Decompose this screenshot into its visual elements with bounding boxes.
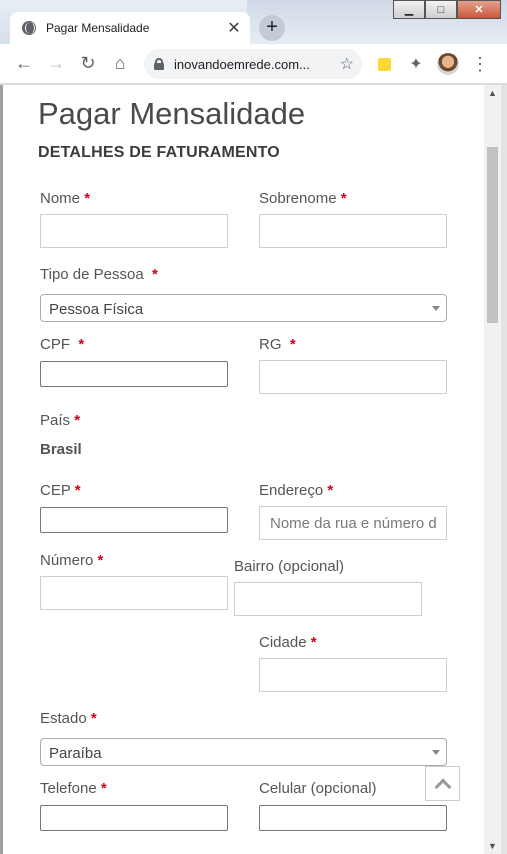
nome-label: Nome * xyxy=(40,190,91,207)
url-text[interactable]: inovandoemrede.com... xyxy=(174,57,340,72)
back-button[interactable]: ← xyxy=(8,48,40,80)
bairro-label: Bairro (opcional) xyxy=(234,558,345,575)
chevron-down-icon xyxy=(432,306,440,311)
sticky-note-icon xyxy=(377,57,391,71)
cep-label: CEP * xyxy=(40,482,81,499)
section-heading: DETALHES DE FATURAMENTO xyxy=(38,144,280,161)
window-edge-right xyxy=(501,85,507,854)
pais-label: País * xyxy=(40,412,81,429)
endereco-input[interactable]: Nome da rua e número d xyxy=(259,506,447,540)
scroll-top-icon xyxy=(434,778,451,795)
new-tab-button[interactable]: + xyxy=(259,15,285,41)
nome-input[interactable] xyxy=(40,214,228,248)
telefone-input[interactable] xyxy=(40,805,228,831)
celular-input[interactable] xyxy=(259,805,447,831)
tipo-pessoa-value: Pessoa Física xyxy=(49,301,144,318)
estado-value: Paraíba xyxy=(49,745,102,762)
window-close-button[interactable]: ✕ xyxy=(457,0,501,19)
scroll-down-arrow-icon[interactable]: ▼ xyxy=(488,841,497,851)
rg-input[interactable] xyxy=(259,360,447,394)
page-scrollbar[interactable]: ▲ ▼ xyxy=(484,85,501,854)
numero-label: Número * xyxy=(40,552,104,569)
window-controls: ▁ □ ✕ xyxy=(393,0,501,19)
address-bar[interactable]: inovandoemrede.com... ☆ xyxy=(144,49,362,79)
cpf-input[interactable] xyxy=(40,361,228,387)
sobrenome-label: Sobrenome * xyxy=(259,190,347,207)
endereco-placeholder: Nome da rua e número d xyxy=(270,515,437,532)
tab-title: Pagar Mensalidade xyxy=(46,21,150,35)
telefone-label: Telefone * xyxy=(40,780,107,797)
sobrenome-input[interactable] xyxy=(259,214,447,248)
estado-label: Estado * xyxy=(40,710,97,727)
scroll-top-button[interactable] xyxy=(425,766,460,801)
star-icon[interactable]: ☆ xyxy=(340,54,354,74)
lock-icon[interactable] xyxy=(154,58,164,70)
celular-label: Celular (opcional) xyxy=(259,780,377,797)
tipo-pessoa-select[interactable]: Pessoa Física xyxy=(40,294,447,322)
profile-button[interactable] xyxy=(434,50,462,78)
page-content: Pagar Mensalidade DETALHES DE FATURAMENT… xyxy=(0,85,484,854)
bairro-input[interactable] xyxy=(234,582,422,616)
browser-toolbar: ← → ↻ ⌂ inovandoemrede.com... ☆ ✦ ⋮ xyxy=(0,44,507,84)
maximize-button[interactable]: □ xyxy=(425,0,457,19)
sticky-note-extension[interactable] xyxy=(370,50,398,78)
cep-input[interactable] xyxy=(40,507,228,533)
forward-button[interactable]: → xyxy=(40,48,72,80)
home-button[interactable]: ⌂ xyxy=(104,48,136,80)
cpf-label: CPF * xyxy=(40,336,85,353)
window-titlebar: Pagar Mensalidade ✕ + ▁ □ ✕ xyxy=(0,0,507,44)
cidade-label: Cidade * xyxy=(259,634,317,651)
globe-icon xyxy=(22,21,36,35)
estado-select[interactable]: Paraíba xyxy=(40,738,447,766)
avatar xyxy=(437,53,459,75)
chevron-down-icon xyxy=(432,750,440,755)
minimize-button[interactable]: ▁ xyxy=(393,0,425,19)
scrollbar-thumb[interactable] xyxy=(487,147,498,323)
numero-input[interactable] xyxy=(40,576,228,610)
menu-icon[interactable]: ⋮ xyxy=(466,50,494,78)
page-title: Pagar Mensalidade xyxy=(38,96,306,131)
browser-tab[interactable]: Pagar Mensalidade ✕ xyxy=(10,12,250,44)
cidade-input[interactable] xyxy=(259,658,447,692)
reload-button[interactable]: ↻ xyxy=(72,48,104,80)
scroll-up-arrow-icon[interactable]: ▲ xyxy=(488,88,497,98)
window-edge-left xyxy=(0,85,3,854)
pais-value: Brasil xyxy=(40,441,82,458)
endereco-label: Endereço * xyxy=(259,482,334,499)
tipo-pessoa-label: Tipo de Pessoa * xyxy=(40,266,158,283)
puzzle-icon[interactable]: ✦ xyxy=(402,50,430,78)
rg-label: RG * xyxy=(259,336,296,353)
tab-close-icon[interactable]: ✕ xyxy=(224,18,244,38)
